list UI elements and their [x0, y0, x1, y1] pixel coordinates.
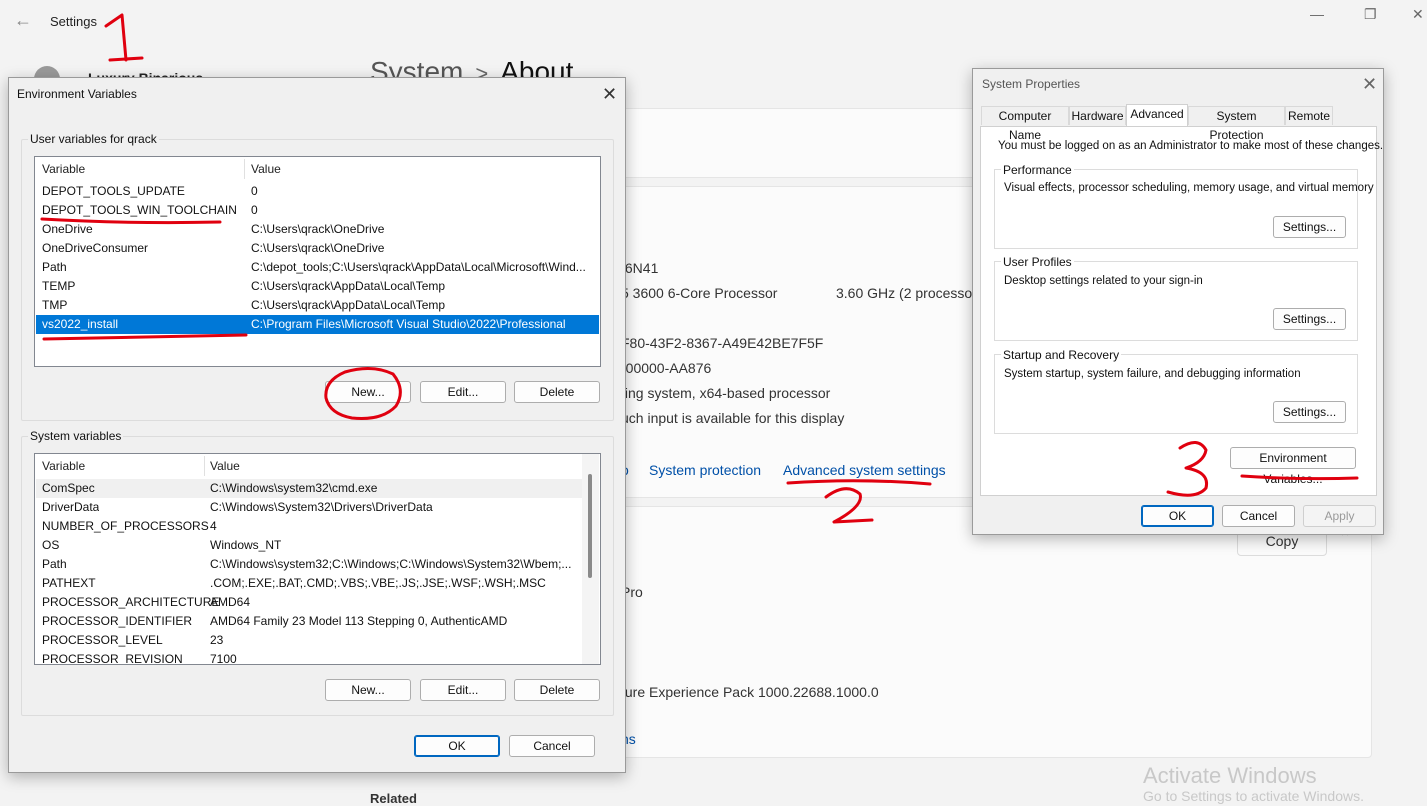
env-ok-button[interactable]: OK [414, 735, 500, 757]
spec-processor-speed: 3.60 GHz (2 processor [836, 285, 977, 301]
performance-desc: Visual effects, processor scheduling, me… [1004, 182, 1374, 194]
system-edit-button[interactable]: Edit... [420, 679, 506, 701]
tab-remote[interactable]: Remote [1285, 106, 1333, 125]
user-variables-label: User variables for qrack [28, 132, 159, 146]
user-col-separator[interactable] [244, 159, 245, 179]
spec-pen-touch: uch input is available for this display [621, 410, 845, 426]
spec-processor: 5 3600 6-Core Processor [621, 285, 778, 301]
activate-windows-watermark: Activate Windows Go to Settings to activ… [1143, 763, 1364, 806]
table-row[interactable]: OneDriveConsumer C:\Users\qrack\OneDrive [36, 239, 599, 258]
user-new-button[interactable]: New... [325, 381, 411, 403]
user-profiles-label: User Profiles [1001, 255, 1074, 269]
close-settings-icon[interactable]: ✕ [1412, 6, 1424, 23]
scroll-thumb[interactable] [588, 474, 592, 578]
back-arrow-icon[interactable]: ← [14, 10, 32, 31]
user-edit-button[interactable]: Edit... [420, 381, 506, 403]
admin-note: You must be logged on as an Administrato… [998, 140, 1384, 152]
table-row[interactable]: ComSpec C:\Windows\system32\cmd.exe [36, 479, 582, 498]
system-new-button[interactable]: New... [325, 679, 411, 701]
table-row[interactable]: DEPOT_TOOLS_UPDATE 0 [36, 182, 599, 201]
system-col-variable[interactable]: Variable [42, 454, 85, 478]
table-row[interactable]: NUMBER_OF_PROCESSORS 4 [36, 517, 582, 536]
table-row[interactable]: PROCESSOR_REVISION 7100 [36, 650, 582, 664]
sysprops-ok-button[interactable]: OK [1141, 505, 1214, 527]
system-protection-link[interactable]: System protection [649, 462, 761, 478]
user-profiles-settings-button[interactable]: Settings... [1273, 308, 1346, 330]
env-cancel-button[interactable]: Cancel [509, 735, 595, 757]
settings-titlebar [0, 0, 1427, 44]
table-row[interactable]: TMP C:\Users\qrack\AppData\Local\Temp [36, 296, 599, 315]
system-col-separator[interactable] [204, 456, 205, 476]
table-row[interactable]: DriverData C:\Windows\System32\Drivers\Dr… [36, 498, 582, 517]
sysprops-close-icon[interactable]: ✕ [1362, 74, 1377, 95]
table-row[interactable]: PROCESSOR_LEVEL 23 [36, 631, 582, 650]
table-row[interactable]: OneDrive C:\Users\qrack\OneDrive [36, 220, 599, 239]
system-delete-button[interactable]: Delete [514, 679, 600, 701]
tab-hardware[interactable]: Hardware [1069, 106, 1126, 125]
settings-app-title: Settings [50, 14, 97, 29]
sysprops-dialog-title: System Properties [982, 77, 1081, 91]
system-col-value[interactable]: Value [210, 454, 240, 478]
startup-recovery-desc: System startup, system failure, and debu… [1004, 368, 1301, 380]
tab-system-protection[interactable]: System Protection [1188, 106, 1285, 142]
related-heading: Related [370, 791, 417, 806]
advanced-system-settings-link[interactable]: Advanced system settings [783, 462, 946, 478]
windows-experience: ture Experience Pack 1000.22688.1000.0 [621, 684, 879, 700]
user-profiles-desc: Desktop settings related to your sign-in [1004, 275, 1203, 287]
performance-label: Performance [1001, 163, 1074, 177]
spec-system-type: ting system, x64-based processor [621, 385, 831, 401]
startup-recovery-label: Startup and Recovery [1001, 348, 1122, 362]
table-row[interactable]: DEPOT_TOOLS_WIN_TOOLCHAIN 0 [36, 201, 599, 220]
maximize-icon[interactable]: ❐ [1364, 6, 1377, 23]
environment-variables-button[interactable]: Environment Variables... [1230, 447, 1356, 486]
activate-title: Activate Windows [1143, 763, 1317, 788]
spec-product-id: -00000-AA876 [621, 360, 712, 376]
table-row-selected[interactable]: vs2022_install C:\Program Files\Microsoft… [36, 315, 599, 334]
table-row[interactable]: Path C:\depot_tools;C:\Users\qrack\AppDat… [36, 258, 599, 277]
sysprops-cancel-button[interactable]: Cancel [1222, 505, 1295, 527]
system-variables-list[interactable]: Variable Value ComSpec C:\Windows\system3… [34, 453, 601, 665]
user-col-value[interactable]: Value [251, 157, 281, 181]
table-row[interactable]: Path C:\Windows\system32;C:\Windows;C:\Wi… [36, 555, 582, 574]
env-close-icon[interactable]: ✕ [602, 84, 617, 105]
performance-settings-button[interactable]: Settings... [1273, 216, 1346, 238]
sysprops-apply-button[interactable]: Apply [1303, 505, 1376, 527]
table-row[interactable]: PROCESSOR_ARCHITECTURE AMD64 [36, 593, 582, 612]
table-row[interactable]: PATHEXT .COM;.EXE;.BAT;.CMD;.VBS;.VBE;.JS… [36, 574, 582, 593]
minimize-icon[interactable]: — [1310, 6, 1324, 22]
tab-advanced[interactable]: Advanced [1126, 104, 1188, 126]
activate-sub: Go to Settings to activate Windows. [1143, 788, 1364, 804]
environment-variables-dialog: Environment Variables ✕ User variables f… [8, 77, 626, 773]
spec-device-name: I6N41 [621, 260, 659, 276]
user-delete-button[interactable]: Delete [514, 381, 600, 403]
startup-settings-button[interactable]: Settings... [1273, 401, 1346, 423]
user-variables-list[interactable]: Variable Value DEPOT_TOOLS_UPDATE 0 DEPOT… [34, 156, 601, 367]
table-row[interactable]: PROCESSOR_IDENTIFIER AMD64 Family 23 Mode… [36, 612, 582, 631]
tab-computer-name[interactable]: Computer Name [981, 106, 1069, 142]
user-col-variable[interactable]: Variable [42, 157, 85, 181]
spec-device-id: F80-43F2-8367-A49E42BE7F5F [621, 335, 824, 351]
system-variables-label: System variables [28, 429, 124, 443]
env-dialog-title: Environment Variables [17, 87, 137, 101]
table-row[interactable]: OS Windows_NT [36, 536, 582, 555]
table-row[interactable]: TEMP C:\Users\qrack\AppData\Local\Temp [36, 277, 599, 296]
system-list-scrollbar[interactable] [582, 454, 599, 664]
